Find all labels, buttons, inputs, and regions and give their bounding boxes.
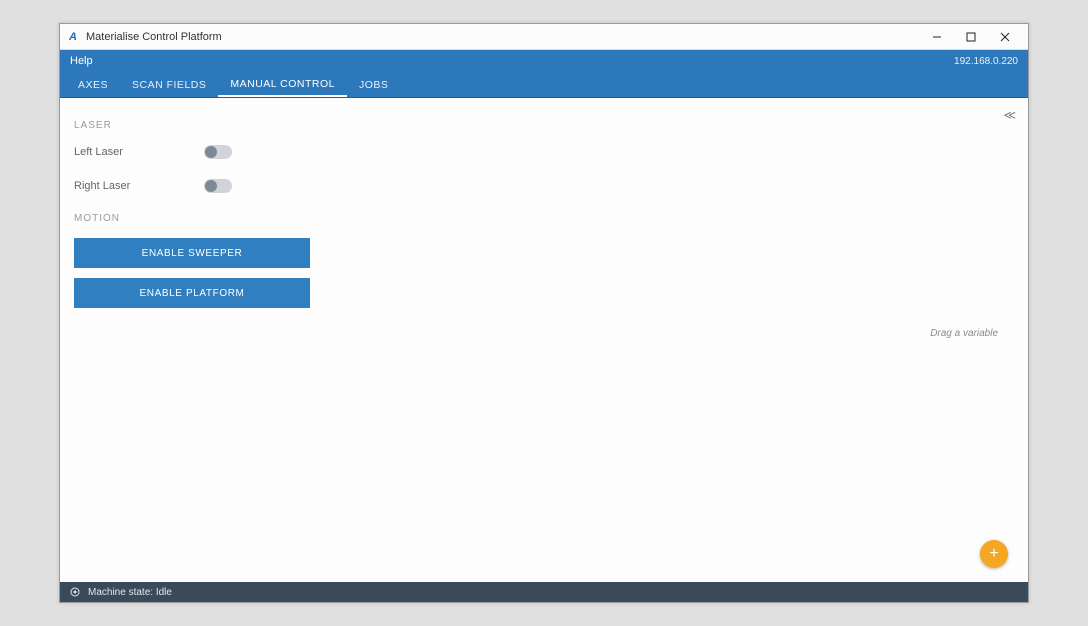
- close-icon: [1000, 32, 1010, 42]
- titlebar: A Materialise Control Platform: [60, 24, 1028, 50]
- add-fab-button[interactable]: +: [980, 540, 1008, 568]
- app-icon: A: [66, 30, 80, 44]
- plus-icon: +: [989, 545, 998, 563]
- left-laser-row: Left Laser: [74, 145, 311, 159]
- enable-platform-button[interactable]: ENABLE PLATFORM: [74, 278, 310, 308]
- left-laser-toggle[interactable]: [204, 145, 232, 159]
- tab-axes[interactable]: AXES: [66, 72, 120, 97]
- tab-scan-fields[interactable]: SCAN FIELDS: [120, 72, 218, 97]
- tabstrip: AXES SCAN FIELDS MANUAL CONTROL JOBS: [60, 72, 1028, 98]
- toggle-knob-icon: [205, 180, 217, 192]
- status-gear-icon: [68, 585, 82, 599]
- app-window: A Materialise Control Platform Help 192.…: [59, 23, 1029, 603]
- maximize-icon: [966, 32, 976, 42]
- right-laser-label: Right Laser: [74, 180, 204, 192]
- laser-section-heading: LASER: [74, 120, 311, 131]
- right-laser-row: Right Laser: [74, 179, 311, 193]
- enable-sweeper-button[interactable]: ENABLE SWEEPER: [74, 238, 310, 268]
- maximize-button[interactable]: [954, 26, 988, 48]
- connection-ip: 192.168.0.220: [954, 56, 1018, 67]
- variable-drop-area[interactable]: ≪ Drag a variable +: [325, 98, 1028, 582]
- statusbar: Machine state: Idle: [60, 582, 1028, 602]
- minimize-button[interactable]: [920, 26, 954, 48]
- status-text: Machine state: Idle: [88, 587, 172, 598]
- window-title: Materialise Control Platform: [86, 31, 222, 43]
- drag-hint-label: Drag a variable: [930, 328, 998, 339]
- close-button[interactable]: [988, 26, 1022, 48]
- left-laser-label: Left Laser: [74, 146, 204, 158]
- tab-manual-control[interactable]: MANUAL CONTROL: [218, 72, 347, 97]
- tab-jobs[interactable]: JOBS: [347, 72, 400, 97]
- toggle-knob-icon: [205, 146, 217, 158]
- collapse-panel-button[interactable]: ≪: [1003, 108, 1016, 122]
- minimize-icon: [932, 32, 942, 42]
- menu-help[interactable]: Help: [70, 55, 93, 67]
- menubar: Help 192.168.0.220: [60, 50, 1028, 72]
- manual-control-panel: LASER Left Laser Right Laser MOTION ENAB…: [60, 98, 325, 582]
- right-laser-toggle[interactable]: [204, 179, 232, 193]
- content-area: LASER Left Laser Right Laser MOTION ENAB…: [60, 98, 1028, 582]
- motion-section-heading: MOTION: [74, 213, 311, 224]
- chevron-left-icon: ≪: [1003, 108, 1016, 122]
